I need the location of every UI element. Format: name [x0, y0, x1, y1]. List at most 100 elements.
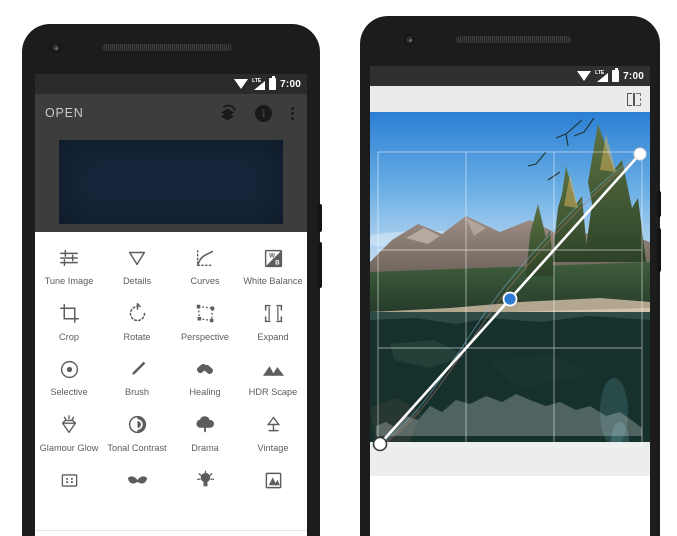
expand-icon	[263, 301, 284, 327]
tool-drama[interactable]: Drama	[171, 405, 239, 461]
svg-text:W: W	[269, 252, 275, 259]
phone-left-screen: LTE 7:00 OPEN i Tune Image Details Curve…	[35, 74, 307, 536]
tool-retrolux[interactable]	[103, 460, 171, 498]
phone-right-bezel	[360, 16, 660, 66]
tool-brush[interactable]: Brush	[103, 349, 171, 405]
svg-text:B: B	[275, 259, 280, 266]
tool-label: Perspective	[180, 331, 229, 342]
selective-icon	[59, 356, 80, 382]
tool-frames[interactable]	[239, 460, 307, 498]
tool-grunge[interactable]	[171, 460, 239, 498]
tool-tune-image[interactable]: Tune Image	[35, 238, 103, 294]
healing-icon	[194, 356, 216, 382]
grainy-film-icon	[60, 467, 79, 493]
app-bar-right	[370, 86, 650, 112]
white-point-handle	[633, 147, 647, 161]
tune-image-icon	[58, 245, 80, 271]
tool-hdr-scape[interactable]: HDR Scape	[239, 349, 307, 405]
bottom-tab-bar: LOOKS TOOLS EXPORT	[35, 530, 307, 536]
drama-icon	[194, 412, 216, 438]
undo-stack-icon[interactable]	[220, 101, 237, 122]
tool-label: Tonal Contrast	[107, 442, 167, 453]
frames-icon	[264, 467, 283, 493]
earpiece-speaker	[456, 36, 571, 43]
phone-left: LTE 7:00 OPEN i Tune Image Details Curve…	[22, 24, 322, 536]
tonal-contrast-icon	[127, 412, 148, 438]
lte-label: LTE	[252, 77, 262, 84]
mid-control-point	[502, 291, 518, 307]
image-preview-area[interactable]	[35, 132, 307, 232]
app-bar-left: OPEN i	[35, 94, 307, 132]
screenshot-stage: LTE 7:00 OPEN i Tune Image Details Curve…	[0, 0, 677, 536]
curves-overlay[interactable]	[370, 112, 650, 476]
overflow-menu-icon[interactable]	[290, 106, 294, 120]
tools-row: Crop Rotate Perspective Expand	[35, 294, 307, 350]
volume-button[interactable]	[318, 242, 322, 288]
tool-crop[interactable]: Crop	[35, 294, 103, 350]
tools-sheet: Tune Image Details Curves W B White Bala…	[35, 232, 307, 536]
tool-glamour-glow[interactable]: Glamour Glow	[35, 405, 103, 461]
tool-label: Tune Image	[44, 276, 94, 286]
battery-icon	[269, 76, 277, 90]
tool-label: Vintage	[257, 442, 289, 453]
editor-bottom-bar	[370, 526, 650, 536]
tool-tonal-contrast[interactable]: Tonal Contrast	[103, 405, 171, 461]
white-balance-icon: W B	[263, 245, 284, 271]
vintage-icon	[263, 412, 284, 438]
tool-details[interactable]: Details	[103, 238, 171, 294]
battery-icon	[612, 68, 620, 82]
lte-signal-icon: LTE	[595, 70, 609, 82]
tool-vintage[interactable]: Vintage	[239, 405, 307, 461]
phone-right: LTE 7:00	[360, 16, 661, 536]
info-icon[interactable]: i	[255, 104, 272, 122]
phone-right-screen: LTE 7:00	[370, 66, 650, 536]
tools-row: Selective Brush Healing HDR Scape	[35, 349, 307, 405]
front-camera-icon	[50, 42, 61, 53]
tool-selective[interactable]: Selective	[35, 349, 103, 405]
image-preview	[59, 140, 283, 224]
crop-icon	[59, 301, 80, 327]
black-point-handle	[372, 436, 388, 452]
phone-left-bezel	[22, 24, 320, 74]
tools-row-partial	[35, 460, 307, 498]
wifi-icon	[234, 78, 249, 89]
retrolux-icon	[126, 467, 149, 493]
earpiece-speaker	[102, 44, 232, 51]
tools-grid: Tune Image Details Curves W B White Bala…	[35, 232, 307, 530]
power-button[interactable]	[318, 204, 322, 232]
front-camera-icon	[404, 34, 415, 45]
status-bar-left: LTE 7:00	[35, 74, 307, 94]
grunge-icon	[196, 467, 215, 493]
tool-label: HDR Scape	[248, 387, 298, 397]
tool-label: Healing	[189, 387, 221, 397]
tool-label: Brush	[124, 387, 149, 397]
tools-row: Glamour Glow Tonal Contrast Drama Vintag…	[35, 405, 307, 461]
perspective-icon	[195, 301, 216, 327]
rotate-icon	[127, 301, 148, 327]
glamour-glow-icon	[58, 412, 80, 438]
power-button[interactable]	[657, 191, 661, 217]
curves-editor-canvas[interactable]	[370, 112, 650, 476]
volume-button[interactable]	[657, 228, 661, 272]
tool-label: Expand	[257, 331, 289, 342]
tool-healing[interactable]: Healing	[171, 349, 239, 405]
tool-rotate[interactable]: Rotate	[103, 294, 171, 350]
lte-signal-icon: LTE	[252, 77, 266, 90]
tool-expand[interactable]: Expand	[239, 294, 307, 350]
open-button[interactable]: OPEN	[45, 106, 220, 120]
status-bar-clock: 7:00	[280, 78, 301, 90]
tool-grainy-film[interactable]	[35, 460, 103, 498]
status-bar-clock: 7:00	[623, 70, 644, 82]
tool-label: Curves	[190, 276, 220, 286]
tool-label: Rotate	[123, 331, 151, 342]
tool-curves[interactable]: Curves	[171, 238, 239, 294]
tool-label: Drama	[191, 442, 219, 453]
tools-row: Tune Image Details Curves W B White Bala…	[35, 238, 307, 294]
brush-icon	[127, 356, 148, 382]
tool-label: Details	[122, 276, 152, 286]
compare-split-icon[interactable]	[627, 92, 641, 106]
tool-white-balance[interactable]: W B White Balance	[239, 238, 307, 294]
details-icon	[126, 245, 148, 271]
tool-label: Crop	[59, 331, 79, 342]
tool-perspective[interactable]: Perspective	[171, 294, 239, 350]
